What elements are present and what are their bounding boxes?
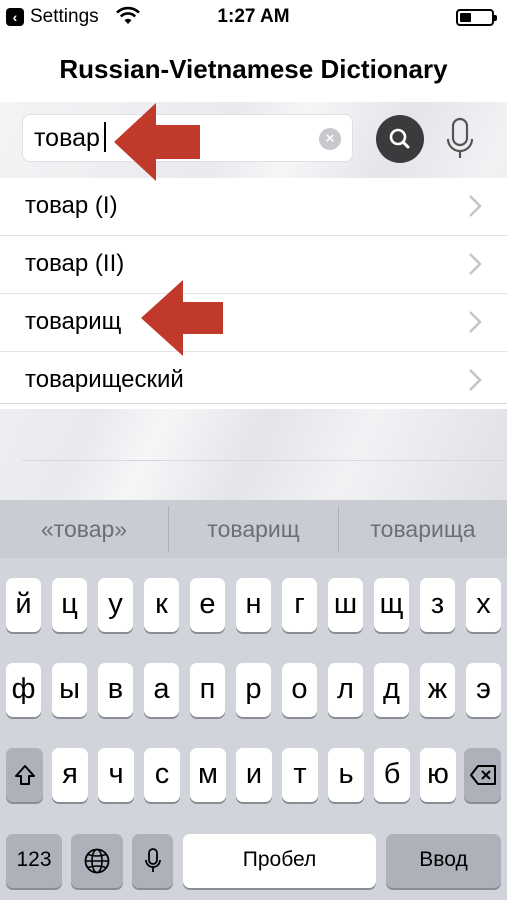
key-letter[interactable]: и <box>236 748 272 802</box>
chevron-right-icon <box>469 369 482 391</box>
key-letter[interactable]: л <box>328 663 363 717</box>
key-letter[interactable]: о <box>282 663 317 717</box>
key-letter[interactable]: с <box>144 748 180 802</box>
clear-text-icon[interactable]: × <box>319 128 341 150</box>
backspace-key[interactable] <box>464 748 501 802</box>
list-item-label: товар (I) <box>25 192 118 219</box>
annotation-arrow-icon <box>141 280 223 356</box>
key-letter[interactable]: ж <box>420 663 455 717</box>
key-letter[interactable]: у <box>98 578 133 632</box>
key-letter[interactable]: а <box>144 663 179 717</box>
key-letter[interactable]: ь <box>328 748 364 802</box>
divider <box>22 460 507 461</box>
key-letter[interactable]: ц <box>52 578 87 632</box>
suggestion-item[interactable]: товарища <box>339 500 507 558</box>
globe-key[interactable] <box>71 834 123 888</box>
list-item[interactable]: товар (II) <box>0 236 507 294</box>
key-letter[interactable]: я <box>52 748 88 802</box>
status-bar: ‹ Settings 1:27 AM <box>0 0 507 38</box>
microphone-icon <box>144 848 161 872</box>
list-item[interactable]: товар (I) <box>0 178 507 236</box>
annotation-arrow-icon <box>114 103 200 181</box>
list-item[interactable]: товарищ <box>0 294 507 352</box>
numbers-key[interactable]: 123 <box>6 834 62 888</box>
list-item-label: товар (II) <box>25 250 125 277</box>
key-letter[interactable]: т <box>282 748 318 802</box>
key-letter[interactable]: д <box>374 663 409 717</box>
key-letter[interactable]: м <box>190 748 226 802</box>
search-icon <box>389 128 410 149</box>
suggestion-item[interactable]: товарищ <box>169 500 338 558</box>
search-button[interactable] <box>376 115 424 163</box>
suggestion-bar: «товар» товарищ товарища <box>0 500 507 558</box>
key-letter[interactable]: з <box>420 578 455 632</box>
dictation-key[interactable] <box>132 834 173 888</box>
chevron-right-icon <box>469 253 482 275</box>
microphone-icon[interactable] <box>440 115 480 163</box>
search-input-value[interactable]: товар <box>34 124 100 153</box>
key-letter[interactable]: е <box>190 578 225 632</box>
chevron-right-icon <box>469 195 482 217</box>
list-item-label: товарищеский <box>25 366 184 393</box>
return-key[interactable]: Ввод <box>386 834 501 888</box>
page-title: Russian-Vietnamese Dictionary <box>59 54 448 84</box>
list-item-label: товарищ <box>25 308 122 335</box>
backspace-icon <box>469 765 496 785</box>
key-letter[interactable]: ч <box>98 748 134 802</box>
chevron-right-icon <box>469 311 482 333</box>
key-letter[interactable]: э <box>466 663 501 717</box>
key-letter[interactable]: ф <box>6 663 41 717</box>
key-letter[interactable]: п <box>190 663 225 717</box>
key-letter[interactable]: к <box>144 578 179 632</box>
battery-icon <box>456 9 497 26</box>
key-letter[interactable]: г <box>282 578 317 632</box>
text-caret <box>104 122 106 152</box>
key-letter[interactable]: й <box>6 578 41 632</box>
key-letter[interactable]: ю <box>420 748 456 802</box>
key-letter[interactable]: х <box>466 578 501 632</box>
shift-icon <box>14 765 35 785</box>
list-item[interactable]: товарищеский <box>0 352 507 409</box>
key-letter[interactable]: р <box>236 663 271 717</box>
key-letter[interactable]: щ <box>374 578 409 632</box>
status-time: 1:27 AM <box>217 6 290 27</box>
key-letter[interactable]: б <box>374 748 410 802</box>
key-letter[interactable]: в <box>98 663 133 717</box>
suggestion-item[interactable]: «товар» <box>0 500 168 558</box>
results-list: товар (I) товар (II) товарищ товарищески… <box>0 178 507 409</box>
divider <box>0 403 507 404</box>
globe-icon <box>84 848 110 874</box>
key-letter[interactable]: ш <box>328 578 363 632</box>
key-letter[interactable]: н <box>236 578 271 632</box>
shift-key[interactable] <box>6 748 43 802</box>
space-key[interactable]: Пробел <box>183 834 376 888</box>
key-letter[interactable]: ы <box>52 663 87 717</box>
